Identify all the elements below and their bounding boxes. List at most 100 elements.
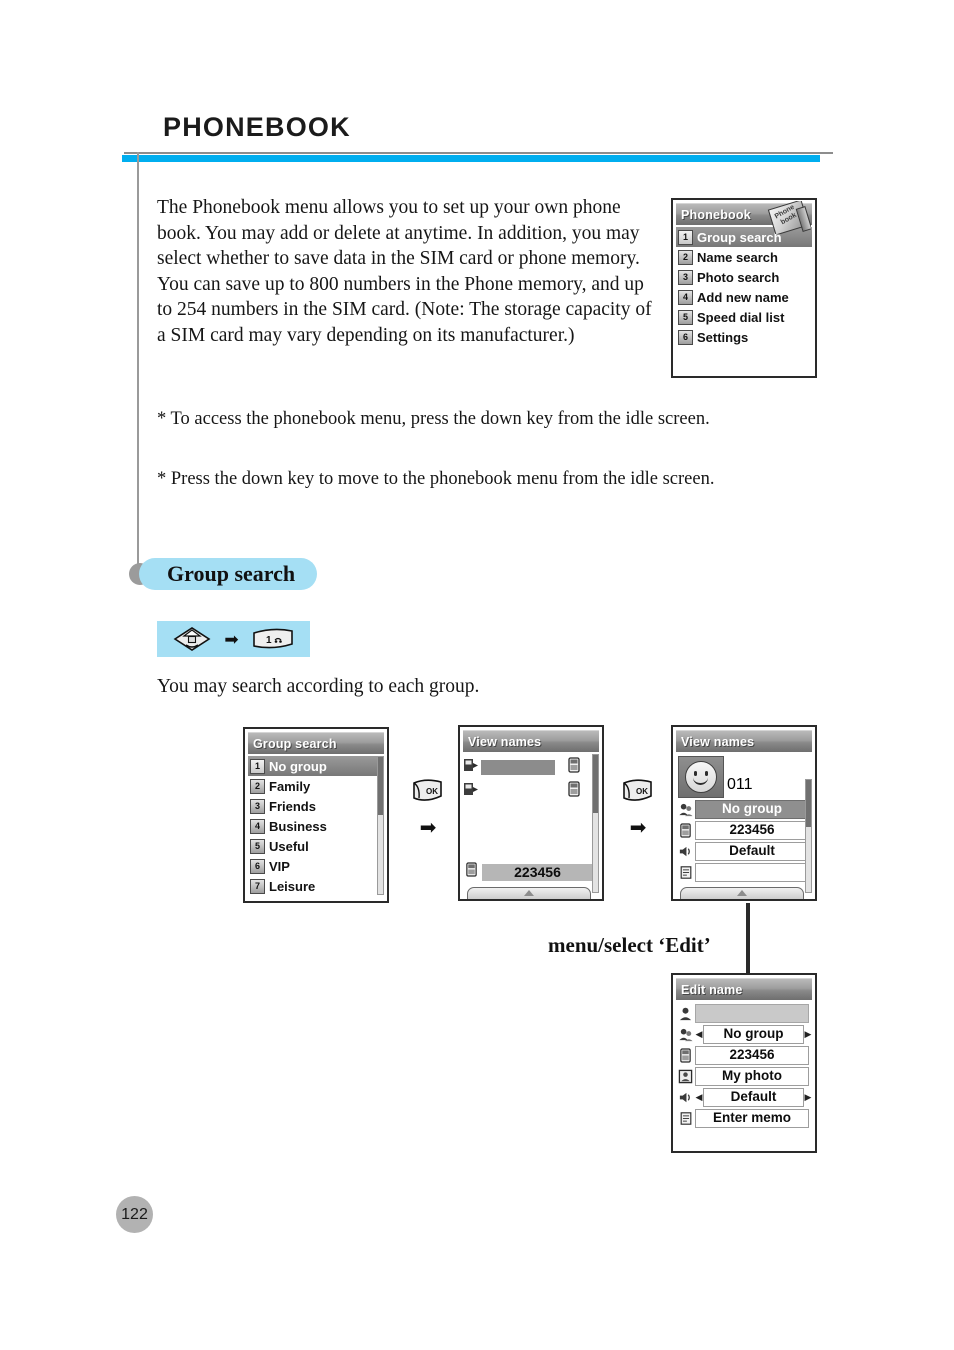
note-2: * Press the down key to move to the phon… — [157, 467, 822, 492]
edit-name-value — [695, 1003, 809, 1023]
selected-number-value: 223456 — [482, 863, 593, 881]
group-list: 1 No group 2 Family 3 Friends 4 Business… — [245, 754, 387, 896]
menu-label: Add new name — [697, 289, 789, 305]
menu-label: Settings — [697, 329, 749, 345]
memo-icon — [676, 1111, 695, 1126]
caret-left-icon[interactable]: ◀ — [695, 1092, 703, 1103]
group-label: Family — [269, 778, 311, 794]
caret-right-icon[interactable]: ▶ — [804, 1029, 812, 1040]
menu-number: 1 — [678, 229, 693, 245]
group-item-family[interactable]: 2 Family — [248, 776, 384, 796]
flow-connector-line — [746, 903, 750, 981]
scrollbar[interactable] — [377, 756, 384, 895]
group-item-business[interactable]: 4 Business — [248, 816, 384, 836]
edit-group-row[interactable]: ◀ No group ▶ — [676, 1024, 812, 1044]
group-item-leisure[interactable]: 7 Leisure — [248, 876, 384, 896]
screen-title: Phonebook — [681, 207, 751, 222]
screen-group-search: Group search 1 No group 2 Family 3 Frien… — [243, 727, 389, 903]
section-heading: Group search — [139, 558, 318, 590]
soft-key-bar[interactable] — [680, 887, 804, 899]
detail-group-row[interactable]: No group — [676, 799, 812, 819]
edit-group-value: No group — [703, 1024, 804, 1044]
screen-title-bar: View names — [463, 730, 599, 752]
detail-phone-value: 223456 — [695, 820, 809, 840]
group-label: Friends — [269, 798, 316, 814]
caret-right-icon[interactable]: ▶ — [804, 1092, 812, 1103]
group-label: Leisure — [269, 878, 316, 894]
detail-ring-value: Default — [695, 841, 809, 861]
menu-item-settings[interactable]: 6 Settings — [676, 327, 812, 347]
group-number: 6 — [250, 858, 265, 874]
group-label: VIP — [269, 858, 290, 874]
svg-text:OK: OK — [636, 787, 648, 796]
detail-memo-row[interactable] — [676, 862, 812, 882]
edit-name-row[interactable] — [676, 1003, 812, 1023]
detail-phone-row[interactable]: 223456 — [676, 820, 812, 840]
memo-icon — [676, 865, 695, 880]
detail-fields: 011 No group 223456 Default — [673, 752, 815, 882]
speaker-icon — [676, 1090, 695, 1105]
photo-icon — [676, 1069, 695, 1084]
smiley-avatar-icon — [678, 756, 724, 798]
svg-text:1: 1 — [266, 635, 272, 646]
menu-item-speed-dial-list[interactable]: 5 Speed dial list — [676, 307, 812, 327]
menu-number: 6 — [678, 329, 693, 345]
header-rule — [124, 152, 833, 154]
edit-ring-row[interactable]: ◀ Default ▶ — [676, 1087, 812, 1107]
group-item-friends[interactable]: 3 Friends — [248, 796, 384, 816]
menu-number: 3 — [678, 269, 693, 285]
note-1: * To access the phonebook menu, press th… — [157, 407, 822, 432]
group-item-no-group[interactable]: 1 No group — [248, 756, 384, 776]
group-number: 4 — [250, 818, 265, 834]
contact-row-2[interactable] — [463, 780, 599, 802]
soft-key-bar[interactable] — [467, 887, 591, 899]
menu-item-add-new-name[interactable]: 4 Add new name — [676, 287, 812, 307]
contact-row-1[interactable] — [463, 756, 599, 778]
detail-name-field — [727, 756, 809, 773]
contact-phone-icon — [567, 780, 581, 802]
transition-1: OK ➡ — [405, 778, 451, 838]
detail-number-field: 011 — [727, 776, 753, 793]
screen-title-bar: View names — [676, 730, 812, 752]
edit-flow-caption: menu/select ‘Edit’ — [548, 933, 711, 957]
contact-phone-icon — [567, 756, 581, 778]
menu-label: Name search — [697, 249, 778, 265]
person-icon — [676, 1006, 695, 1021]
ok-key-icon: OK — [620, 779, 656, 808]
screen-view-names-detail: View names 011 No group 223456 Default — [671, 725, 817, 901]
group-number: 3 — [250, 798, 265, 814]
manual-page: PHONEBOOK The Phonebook menu allows you … — [0, 0, 954, 1350]
scrollbar[interactable] — [592, 754, 599, 893]
detail-ring-row[interactable]: Default — [676, 841, 812, 861]
flow-arrow-icon: ➡ — [419, 817, 437, 839]
edit-ring-value: Default — [703, 1087, 804, 1107]
screen-title: View names — [681, 734, 755, 749]
group-number: 1 — [250, 758, 265, 774]
contact-name-field — [481, 759, 555, 775]
group-label: Business — [269, 818, 327, 834]
contact-sim-icon — [463, 757, 479, 778]
phone-icon — [465, 862, 478, 882]
note-2-text: * Press the down key to move to the phon… — [157, 469, 715, 489]
contact-name-field — [481, 784, 555, 799]
group-item-vip[interactable]: 6 VIP — [248, 856, 384, 876]
navigation-down-key-icon — [172, 625, 212, 653]
edit-memo-row[interactable]: Enter memo — [676, 1108, 812, 1128]
group-number: 5 — [250, 838, 265, 854]
section-heading-label: Group search — [167, 561, 296, 586]
key-sequence-strip: ➡ 1 — [157, 621, 310, 657]
detail-group-value: No group — [695, 799, 809, 819]
edit-photo-row[interactable]: My photo — [676, 1066, 812, 1086]
edit-phone-row[interactable]: 223456 — [676, 1045, 812, 1065]
menu-number: 4 — [678, 289, 693, 305]
caret-left-icon[interactable]: ◀ — [695, 1029, 703, 1040]
scrollbar[interactable] — [805, 779, 812, 893]
menu-item-photo-search[interactable]: 3 Photo search — [676, 267, 812, 287]
flow-arrow-icon: ➡ — [629, 817, 647, 839]
ok-key-icon: OK — [410, 779, 446, 808]
screen-phonebook-menu: Phonebook Phone book 1 Group search 2 Na… — [671, 198, 817, 378]
menu-item-name-search[interactable]: 2 Name search — [676, 247, 812, 267]
page-number-value: 122 — [121, 1205, 148, 1223]
group-label: No group — [269, 758, 327, 774]
group-item-useful[interactable]: 5 Useful — [248, 836, 384, 856]
